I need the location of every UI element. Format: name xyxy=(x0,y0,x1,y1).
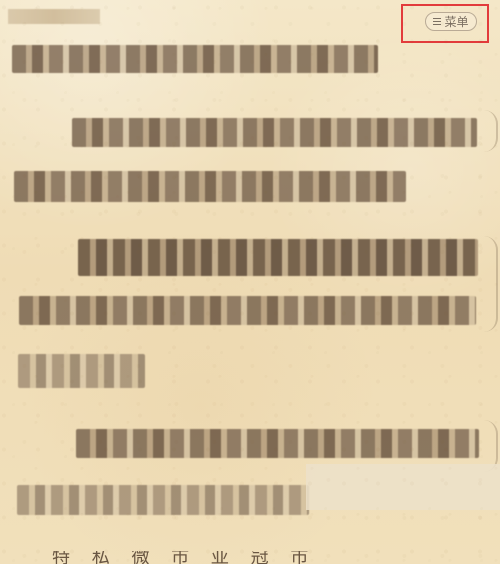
text-edge xyxy=(480,110,498,152)
text-line xyxy=(76,429,479,458)
text-edge xyxy=(480,236,498,332)
partial-bottom-text: 特 私 微 市 亚 冠 市 图 xyxy=(52,551,322,564)
text-line xyxy=(14,171,406,202)
text-line xyxy=(17,485,309,515)
text-line xyxy=(72,118,477,147)
text-line xyxy=(19,296,476,325)
pale-overlay-block xyxy=(306,464,500,510)
text-line xyxy=(18,354,145,388)
reading-page: 菜单 特 私 微 市 亚 冠 市 图 xyxy=(0,0,500,564)
text-line xyxy=(78,239,478,276)
article-text-area: 特 私 微 市 亚 冠 市 图 xyxy=(0,0,500,564)
text-line xyxy=(12,45,378,73)
